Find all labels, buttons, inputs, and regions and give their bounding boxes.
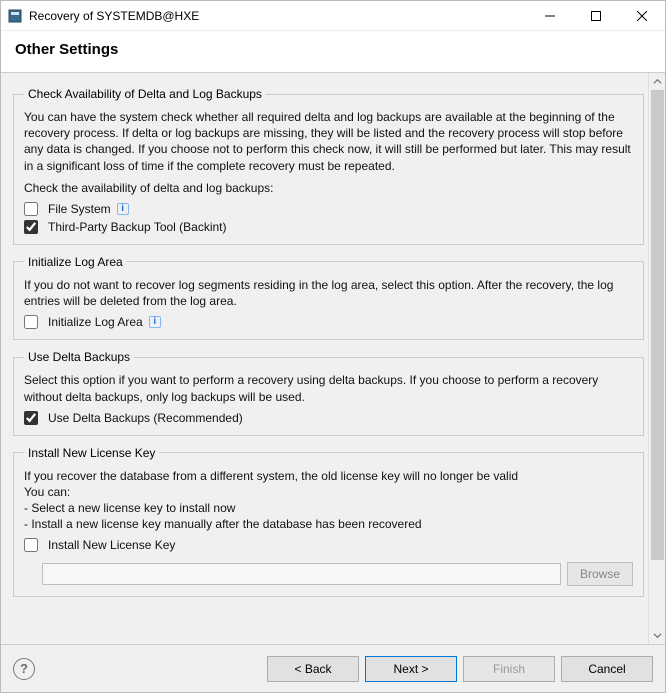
group-check-legend: Check Availability of Delta and Log Back… xyxy=(24,87,266,101)
group-license-desc2: You can: xyxy=(24,484,633,500)
group-initialize-log: Initialize Log Area If you do not want t… xyxy=(13,255,644,340)
next-button[interactable]: Next > xyxy=(365,656,457,682)
minimize-button[interactable] xyxy=(527,1,573,31)
label-third-party: Third-Party Backup Tool (Backint) xyxy=(48,220,227,234)
info-icon[interactable]: i xyxy=(149,316,161,328)
help-icon[interactable]: ? xyxy=(13,658,35,680)
page-title: Other Settings xyxy=(15,41,651,58)
group-delta-desc: Select this option if you want to perfor… xyxy=(24,372,633,404)
checkbox-use-delta[interactable] xyxy=(24,411,38,425)
titlebar: Recovery of SYSTEMDB@HXE xyxy=(1,1,665,31)
scroll-up-icon[interactable] xyxy=(649,73,665,90)
group-check-prompt: Check the availability of delta and log … xyxy=(24,180,633,196)
label-use-delta: Use Delta Backups (Recommended) xyxy=(48,411,243,425)
group-check-availability: Check Availability of Delta and Log Back… xyxy=(13,87,644,245)
checkbox-file-system[interactable] xyxy=(24,202,38,216)
label-initialize-log: Initialize Log Area xyxy=(48,315,143,329)
group-check-desc: You can have the system check whether al… xyxy=(24,109,633,174)
app-icon xyxy=(7,8,23,24)
checkbox-install-license[interactable] xyxy=(24,538,38,552)
license-path-input[interactable] xyxy=(42,563,561,585)
info-icon[interactable]: i xyxy=(117,203,129,215)
group-delta-legend: Use Delta Backups xyxy=(24,350,134,364)
maximize-button[interactable] xyxy=(573,1,619,31)
group-license-key: Install New License Key If you recover t… xyxy=(13,446,644,598)
group-license-legend: Install New License Key xyxy=(24,446,159,460)
finish-button[interactable]: Finish xyxy=(463,656,555,682)
group-delta-backups: Use Delta Backups Select this option if … xyxy=(13,350,644,435)
vertical-scrollbar[interactable] xyxy=(648,73,665,644)
group-init-legend: Initialize Log Area xyxy=(24,255,127,269)
window-title: Recovery of SYSTEMDB@HXE xyxy=(29,9,199,23)
checkbox-initialize-log[interactable] xyxy=(24,315,38,329)
browse-button[interactable]: Browse xyxy=(567,562,633,586)
scroll-thumb[interactable] xyxy=(651,90,664,560)
label-install-license: Install New License Key xyxy=(48,538,175,552)
group-license-desc1: If you recover the database from a diffe… xyxy=(24,468,633,484)
checkbox-third-party[interactable] xyxy=(24,220,38,234)
close-button[interactable] xyxy=(619,1,665,31)
group-license-desc4: - Install a new license key manually aft… xyxy=(24,516,633,532)
wizard-header: Other Settings xyxy=(1,31,665,73)
label-file-system: File System xyxy=(48,202,111,216)
wizard-content: Check Availability of Delta and Log Back… xyxy=(1,73,648,644)
wizard-footer: ? < Back Next > Finish Cancel xyxy=(1,644,665,692)
scroll-down-icon[interactable] xyxy=(649,627,665,644)
group-init-desc: If you do not want to recover log segmen… xyxy=(24,277,633,309)
cancel-button[interactable]: Cancel xyxy=(561,656,653,682)
group-license-desc3: - Select a new license key to install no… xyxy=(24,500,633,516)
back-button[interactable]: < Back xyxy=(267,656,359,682)
